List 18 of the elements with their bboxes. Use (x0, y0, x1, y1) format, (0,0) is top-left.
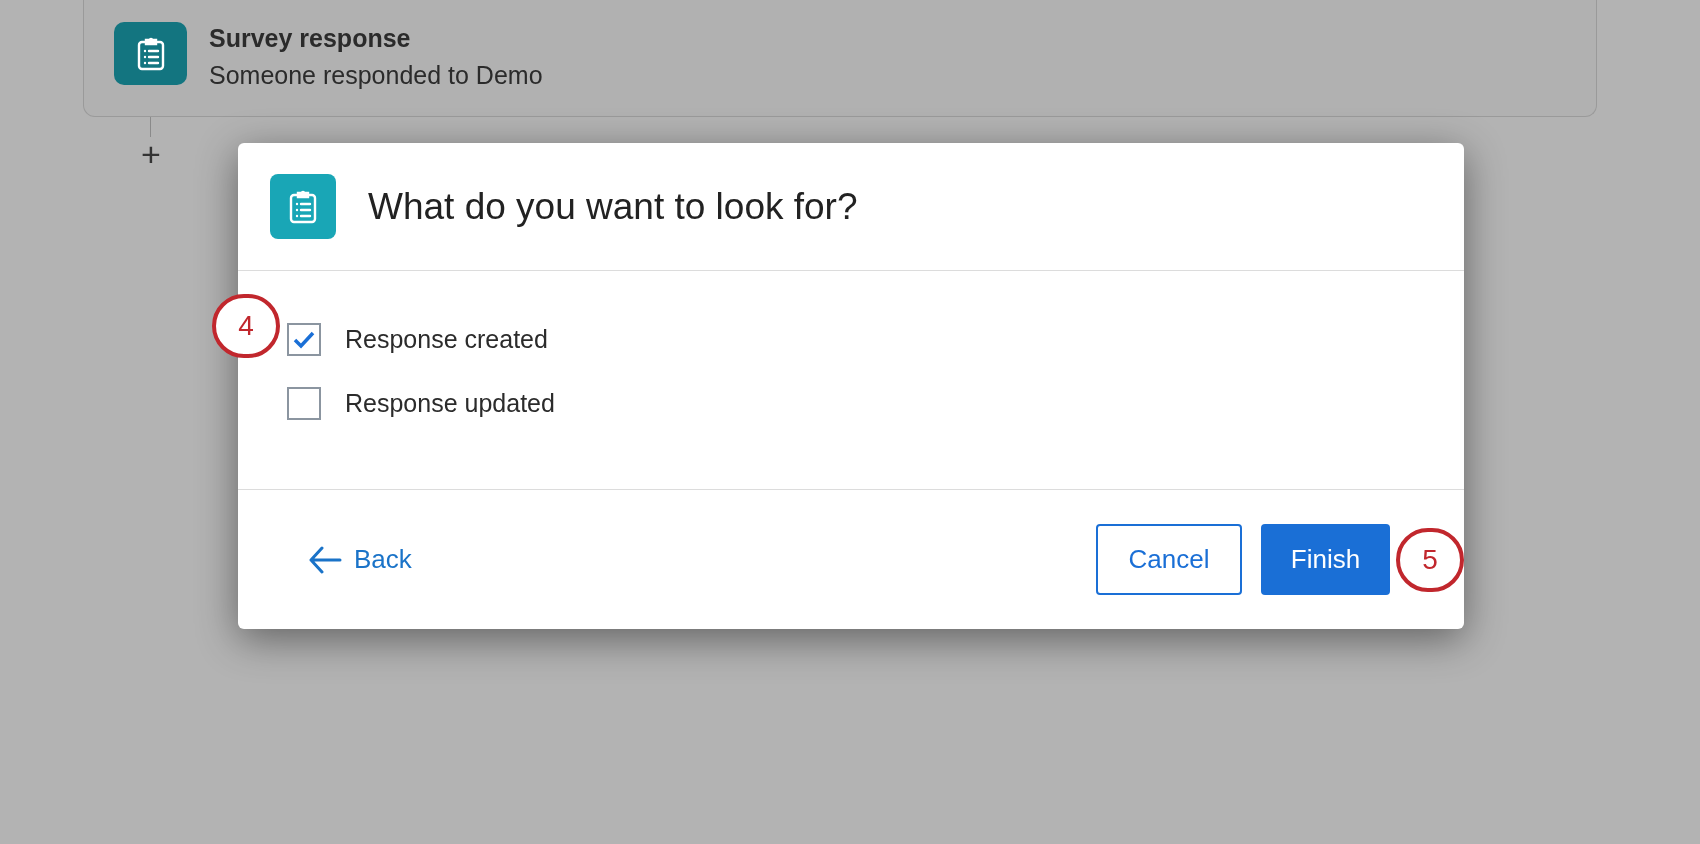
card-title: Survey response (209, 23, 412, 54)
option-label: Response updated (345, 387, 555, 419)
checkbox[interactable] (287, 323, 321, 357)
cancel-button[interactable]: Cancel (1096, 524, 1242, 595)
callout-marker: 4 (212, 294, 280, 358)
finish-button[interactable]: Finish (1261, 524, 1390, 595)
checkbox[interactable] (287, 386, 321, 420)
back-link[interactable]: Back (308, 540, 412, 579)
arrow-left-icon (308, 545, 342, 574)
callout-marker: 5 (1396, 528, 1464, 592)
clipboard-icon (135, 36, 166, 71)
card-subtitle: Someone responded to Demo (209, 60, 543, 92)
trigger-card[interactable]: Survey response Someone responded to Demo (83, 0, 1597, 117)
add-step-button[interactable]: + (136, 139, 166, 169)
clipboard-icon (288, 189, 318, 224)
dialog-title: What do you want to look for? (368, 184, 858, 229)
option-label: Response created (345, 324, 548, 355)
checkmark-icon (293, 330, 315, 349)
